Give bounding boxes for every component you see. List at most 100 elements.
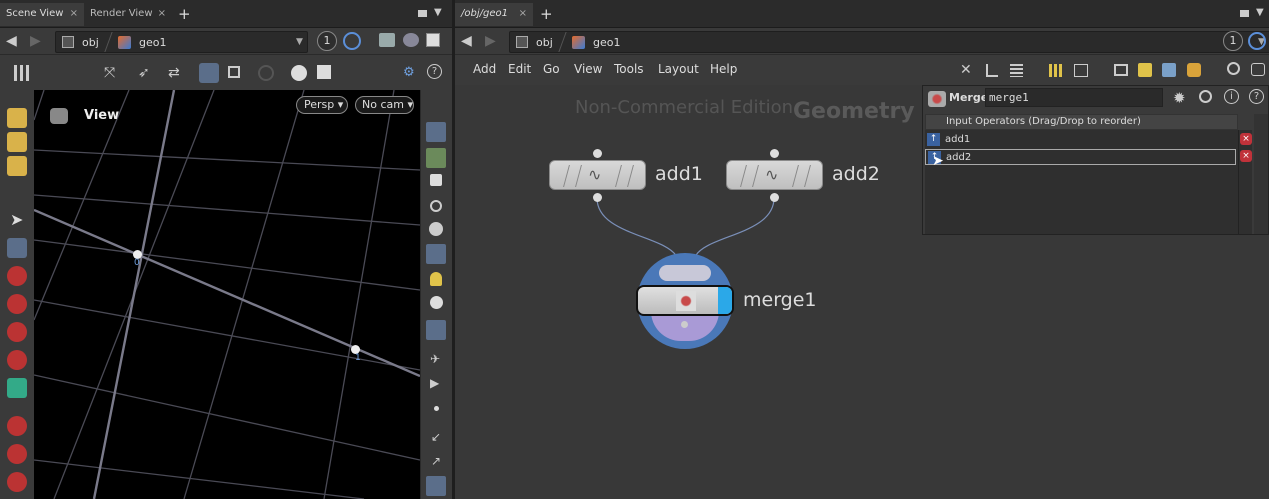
add1-input-connector[interactable] (593, 149, 602, 158)
delete-input-add1-icon[interactable]: × (1240, 133, 1252, 145)
rotate-tool-icon[interactable] (7, 294, 27, 314)
list-icon[interactable] (1010, 64, 1023, 77)
skull-icon[interactable] (430, 296, 443, 309)
palette-icon[interactable] (1187, 63, 1201, 77)
maximize-pane-icon[interactable] (1240, 10, 1249, 17)
add2-output-connector[interactable] (770, 193, 779, 202)
input-row-add1[interactable]: ↑ add1 (925, 132, 1255, 148)
menu-add[interactable]: Add (473, 62, 496, 76)
grid-icon[interactable] (14, 65, 30, 81)
menu-view[interactable]: View (574, 62, 602, 76)
persp-toggle-icon[interactable] (199, 63, 219, 83)
back-arrow-icon[interactable]: ◀ (6, 33, 17, 49)
move-up-icon[interactable]: ↑ (927, 133, 940, 146)
merge-input-bar[interactable] (659, 265, 711, 281)
cube-icon[interactable] (379, 33, 395, 47)
camera-mode-dropdown[interactable]: Persp ▾ (296, 96, 348, 114)
select-primitive-icon[interactable] (7, 156, 27, 176)
add-tab-icon[interactable]: + (540, 5, 553, 23)
link-icon[interactable] (1248, 32, 1266, 50)
pin-indicator[interactable]: 1 (317, 31, 337, 51)
light-bulb-icon[interactable] (430, 272, 442, 286)
lock-icon[interactable] (7, 238, 27, 258)
table-icon[interactable] (1074, 64, 1088, 77)
back-arrow-icon[interactable]: ◀ (461, 33, 472, 49)
input-row-add2[interactable]: ↑ add2 (925, 149, 1236, 165)
camera-icon[interactable] (403, 33, 419, 47)
search-icon[interactable] (1227, 62, 1240, 75)
merge-output-connector[interactable] (681, 321, 688, 328)
handle-tool-icon[interactable] (7, 378, 27, 398)
render-icon[interactable] (317, 65, 331, 79)
tab-network[interactable]: /obj/geo1 × (455, 3, 533, 26)
shade-icon[interactable] (429, 222, 443, 236)
select-point-icon[interactable] (7, 108, 27, 128)
vector-display-icon[interactable]: ↗ (431, 454, 441, 468)
tab-scene-view[interactable]: Scene View × (0, 3, 84, 26)
chevron-down-icon[interactable]: ▼ (296, 37, 303, 47)
point-display-icon[interactable] (434, 406, 439, 411)
lightbulb-icon[interactable] (426, 244, 446, 264)
delete-input-add2-icon[interactable]: × (1240, 150, 1252, 162)
select-edge-icon[interactable] (7, 132, 27, 152)
node-name-field[interactable]: merge1 (985, 88, 1163, 107)
pane-menu-icon[interactable]: ▼ (434, 7, 442, 18)
path-field[interactable]: obj geo1 ▼ (509, 31, 1269, 53)
lock-icon[interactable] (430, 174, 442, 186)
handle-icon[interactable]: ⇄ (168, 65, 180, 81)
breadcrumb-obj[interactable]: obj (536, 35, 553, 51)
menu-go[interactable]: Go (543, 62, 560, 76)
image-icon[interactable] (1162, 63, 1176, 77)
flipbook-icon[interactable]: ▶ (430, 376, 439, 390)
breadcrumb-geo1[interactable]: geo1 (139, 35, 166, 51)
camera-dropdown[interactable]: No cam ▾ (355, 96, 414, 114)
link-icon[interactable] (343, 32, 361, 50)
background-image-icon[interactable] (1114, 64, 1128, 76)
scrollbar[interactable] (1254, 114, 1268, 234)
display-flag-icon[interactable] (718, 287, 732, 314)
tab-render-view[interactable]: Render View × (84, 3, 172, 26)
pane-menu-icon[interactable]: ▼ (1256, 7, 1264, 18)
isolate-icon[interactable] (430, 200, 442, 212)
eye-icon[interactable] (1251, 63, 1265, 76)
number-display-icon[interactable] (426, 476, 446, 496)
light-icon[interactable] (291, 65, 307, 81)
pose-tool-icon[interactable] (7, 350, 27, 370)
grid-snap-tool-icon[interactable] (7, 472, 27, 492)
path-field[interactable]: obj geo1 ▼ (55, 31, 308, 53)
node-add2[interactable]: ∿ (726, 160, 823, 190)
menu-help[interactable]: Help (710, 62, 737, 76)
grid-view-icon[interactable] (1049, 64, 1063, 77)
normal-display-icon[interactable]: ↙ (431, 430, 441, 444)
pin-indicator[interactable]: 1 (1223, 31, 1243, 51)
node-merge1[interactable] (636, 285, 734, 316)
snap-icon[interactable] (228, 66, 240, 78)
display-icon[interactable] (426, 33, 440, 47)
viewport[interactable]: View Persp ▾ No cam ▾ 0 1 (34, 90, 420, 499)
move-tool-icon[interactable] (7, 266, 27, 286)
ghost-icon[interactable] (426, 122, 446, 142)
breadcrumb-geo1[interactable]: geo1 (593, 35, 620, 51)
help-icon[interactable]: ? (427, 64, 442, 79)
forward-arrow-icon[interactable]: ▶ (30, 33, 41, 49)
pointer-icon[interactable]: ➤ (10, 210, 23, 229)
visibility-icon[interactable] (426, 320, 446, 340)
select-mode-icon[interactable]: ⤧ (104, 65, 115, 81)
add-tab-icon[interactable]: + (178, 5, 191, 23)
sticky-note-icon[interactable] (1138, 63, 1152, 77)
maximize-pane-icon[interactable] (418, 10, 427, 17)
add1-output-connector[interactable] (593, 193, 602, 202)
transform-icon[interactable]: ➶ (138, 65, 150, 81)
close-icon[interactable]: × (70, 3, 78, 25)
forward-arrow-icon[interactable]: ▶ (485, 33, 496, 49)
close-icon[interactable]: × (519, 3, 527, 25)
camera-tool-icon[interactable]: ✈ (430, 352, 440, 366)
wrench-icon[interactable]: ✕ (960, 62, 972, 78)
info-icon[interactable]: i (1224, 89, 1239, 104)
menu-edit[interactable]: Edit (508, 62, 531, 76)
breadcrumb-obj[interactable]: obj (82, 35, 99, 51)
display-options-icon[interactable]: ⚙ (403, 65, 415, 80)
scale-tool-icon[interactable] (7, 322, 27, 342)
template-icon[interactable] (426, 148, 446, 168)
gear-icon[interactable]: ✹ (1173, 89, 1186, 107)
